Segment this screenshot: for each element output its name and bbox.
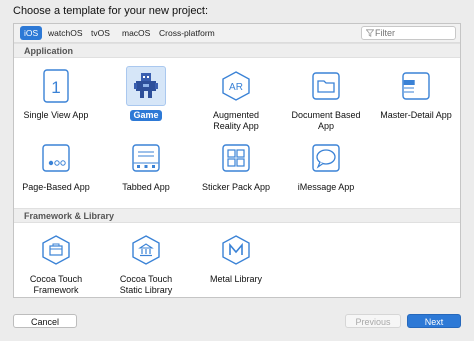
svg-text:AR: AR [229,82,243,93]
svg-text:1: 1 [51,78,60,97]
filter-input[interactable] [375,27,450,39]
ar-icon: AR [216,66,256,106]
template-cocoa-touch-framework[interactable]: Cocoa Touch Framework [16,230,96,296]
section-header-application: Application [14,43,460,58]
tab-macos[interactable]: macOS [118,26,154,40]
folder-icon [306,66,346,106]
template-master-detail-app[interactable]: Master-Detail App [376,66,456,121]
single-view-icon: 1 [36,66,76,106]
template-cocoa-touch-static-library[interactable]: Cocoa Touch Static Library [106,230,186,296]
page-based-icon [36,138,76,178]
filter-field[interactable] [361,26,456,40]
next-button[interactable]: Next [407,314,461,328]
template-label: Master-Detail App [380,110,452,120]
template-label: Document Based App [291,110,361,131]
tab-cross-platform[interactable]: Cross-platform [155,26,219,40]
template-page-based-app[interactable]: Page-Based App [16,138,96,193]
template-label: Augmented Reality App [212,110,260,131]
game-icon [126,66,166,106]
filter-icon [366,29,374,37]
template-single-view-app[interactable]: 1 Single View App [16,66,96,121]
template-label: Metal Library [209,274,263,284]
template-label: Page-Based App [22,182,90,192]
template-sticker-pack-app[interactable]: Sticker Pack App [196,138,276,193]
tab-ios[interactable]: iOS [20,26,43,40]
previous-button[interactable]: Previous [345,314,401,328]
template-tabbed-app[interactable]: Tabbed App [106,138,186,193]
template-metal-library[interactable]: Metal Library [196,230,276,285]
template-label: Single View App [23,110,89,120]
template-label: iMessage App [297,182,355,192]
tabbed-icon [126,138,166,178]
template-label: Cocoa Touch Framework [29,274,83,295]
template-label: Sticker Pack App [201,182,271,192]
template-label: Cocoa Touch Static Library [119,274,173,295]
tab-tvos[interactable]: tvOS [87,26,114,40]
tab-watchos[interactable]: watchOS [44,26,87,40]
template-label: Game [130,110,162,121]
template-augmented-reality-app[interactable]: AR Augmented Reality App [196,66,276,132]
template-game[interactable]: Game [106,66,186,121]
template-imessage-app[interactable]: iMessage App [286,138,366,193]
section-header-framework-library: Framework & Library [14,208,460,223]
template-label: Tabbed App [122,182,170,192]
imessage-icon [306,138,346,178]
master-detail-icon [396,66,436,106]
metal-library-icon [216,230,256,270]
sticker-pack-icon [216,138,256,178]
template-panel: iOS watchOS tvOS macOS Cross-platform Ap… [13,23,461,298]
static-library-icon [126,230,166,270]
cancel-button[interactable]: Cancel [13,314,77,328]
cocoa-framework-icon [36,230,76,270]
platform-tab-bar: iOS watchOS tvOS macOS Cross-platform [14,24,460,43]
dialog-heading: Choose a template for your new project: [13,5,209,17]
template-document-based-app[interactable]: Document Based App [286,66,366,132]
